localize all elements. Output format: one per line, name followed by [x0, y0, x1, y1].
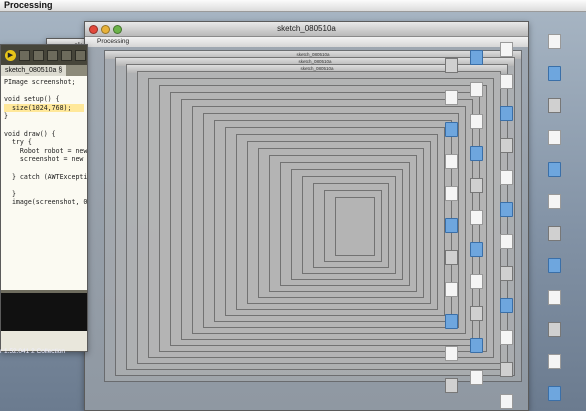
- minimize-button[interactable]: [101, 25, 110, 34]
- code-area[interactable]: PImage screenshot; void setup() { size(1…: [1, 76, 87, 290]
- code-line: }: [4, 189, 16, 198]
- editor-toolbar: ▶: [1, 45, 87, 65]
- tab-sketch[interactable]: sketch_080510a §: [1, 65, 67, 76]
- zoom-button[interactable]: [113, 25, 122, 34]
- menu-app-name[interactable]: Processing: [4, 0, 53, 10]
- main-window-titlebar: sketch_080510a: [85, 22, 528, 37]
- code-line: }: [4, 112, 8, 121]
- code-line: PImage screenshot;: [4, 78, 76, 86]
- screenshot-canvas: [85, 47, 528, 410]
- code-line: Robot robot = new Ro: [19, 146, 87, 155]
- export-button[interactable]: [75, 49, 86, 61]
- menu-bar: Processing: [0, 0, 586, 12]
- window-controls: [89, 25, 122, 34]
- code-line: } catch (AWTException: [4, 172, 87, 181]
- run-button[interactable]: ▶: [5, 49, 16, 61]
- new-button[interactable]: [33, 49, 44, 61]
- close-button[interactable]: [89, 25, 98, 34]
- editor-status-text: r 1.52.041 2 Collection: [0, 348, 66, 355]
- stop-button[interactable]: [19, 49, 30, 61]
- console-area: [1, 290, 87, 331]
- code-line: try {: [4, 138, 32, 147]
- code-line: void setup() {: [4, 95, 60, 104]
- main-window-title: sketch_080510a: [277, 24, 336, 33]
- processing-editor-window: ▶ sketch_080510a § PImage screenshot; vo…: [0, 44, 88, 352]
- code-line: screenshot = new PIm: [19, 155, 84, 164]
- editor-tabs: sketch_080510a §: [1, 65, 87, 76]
- code-line: void draw() {: [4, 129, 56, 138]
- code-line: size(1024,768);: [4, 103, 84, 113]
- open-button[interactable]: [47, 49, 58, 61]
- toolbar-app-label: Processing: [97, 38, 130, 45]
- save-button[interactable]: [61, 49, 72, 61]
- main-window: sketch_080510a Processing: [84, 21, 529, 411]
- code-line: image(screenshot, 0,: [4, 198, 87, 207]
